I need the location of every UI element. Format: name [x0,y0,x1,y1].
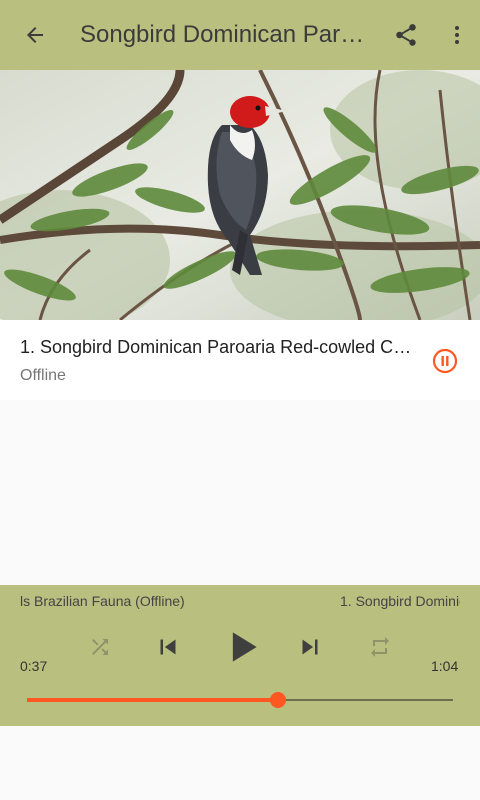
now-playing-marquee: ls Brazilian Fauna (Offline) 1. Songbird… [20,591,460,615]
track-title: 1. Songbird Dominican Paroaria Red-cowle… [20,337,420,357]
overflow-menu-button[interactable] [434,0,480,70]
more-vert-icon [455,26,459,44]
seek-bar[interactable] [27,692,453,708]
seek-thumb[interactable] [270,692,287,708]
page-title: Songbird Dominican Paroaria Red-cowled C… [80,21,378,48]
bottom-area [0,726,480,800]
skip-next-icon [302,639,318,655]
back-button[interactable] [0,0,70,70]
play-button[interactable] [218,623,266,671]
app-bar: Songbird Dominican Paroaria Red-cowled C… [0,0,480,70]
play-icon [232,632,257,662]
cover-image [0,70,480,320]
next-button[interactable] [292,629,328,665]
player-bar: ls Brazilian Fauna (Offline) 1. Songbird… [0,585,480,726]
share-button[interactable] [378,0,434,70]
repeat-icon [371,637,389,657]
seek-progress [27,698,279,702]
skip-previous-icon [160,639,176,655]
repeat-button[interactable] [364,631,396,663]
share-icon [396,24,416,46]
marquee-text-right: 1. Songbird Dominican Paroaria Red-cowle… [340,593,460,609]
arrow-back-icon [27,27,43,43]
pause-circle-icon [432,348,458,374]
elapsed-time: 0:37 [20,658,48,674]
shuffle-icon [92,639,108,655]
track-list-item[interactable]: 1. Songbird Dominican Paroaria Red-cowle… [0,320,480,400]
marquee-text-left: ls Brazilian Fauna (Offline) [20,593,185,609]
previous-button[interactable] [150,629,186,665]
track-status: Offline [20,367,66,384]
track-pause-button[interactable] [431,347,459,375]
total-duration: 1:04 [431,658,459,674]
shuffle-button[interactable] [84,631,116,663]
